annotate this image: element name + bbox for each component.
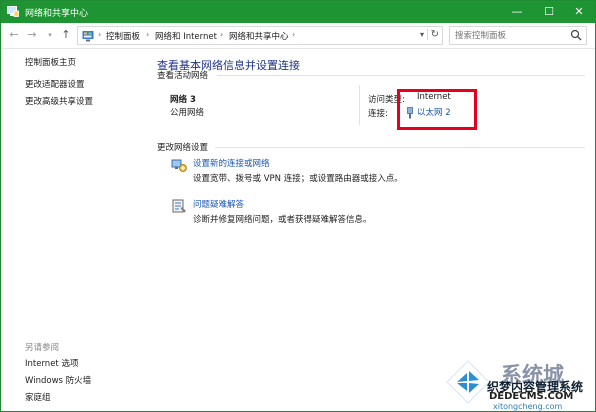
search-icon[interactable] (570, 29, 582, 41)
connection-label: 连接: (368, 109, 388, 119)
setup-new-connection-link[interactable]: 设置新的连接或网络 (193, 157, 270, 169)
breadcrumb-separator-icon[interactable]: › (146, 30, 149, 39)
sidebar-item-internet-options[interactable]: Internet 选项 (25, 357, 78, 369)
minimize-button[interactable]: — (501, 1, 533, 23)
watermark-line-2: DEDECMS.COM (489, 391, 574, 402)
divider (217, 75, 585, 76)
change-settings-heading: 更改网络设置 (157, 143, 209, 153)
watermark: 系统城 织梦内容管理系统 DEDECMS.COM xitongcheng.com (441, 353, 596, 412)
sidebar-item-change-adapter-settings[interactable]: 更改适配器设置 (25, 78, 85, 90)
breadcrumb-separator-icon[interactable]: › (292, 30, 295, 39)
watermark-line-3: xitongcheng.com (493, 402, 563, 411)
breadcrumb[interactable]: › 控制面板 › 网络和 Internet › 网络和共享中心 › ▾ ↻ (77, 26, 443, 45)
setup-new-connection-description: 设置宽带、拨号或 VPN 连接；或设置路由器或接入点。 (193, 174, 403, 184)
sidebar-item-windows-firewall[interactable]: Windows 防火墙 (25, 374, 91, 386)
refresh-icon[interactable]: ↻ (426, 29, 439, 40)
address-bar: ← → ▾ ↑ › 控制面板 › 网络和 Internet › 网络和共享中心 … (1, 23, 595, 49)
breadcrumb-network-internet[interactable]: 网络和 Internet (155, 30, 217, 42)
sidebar-item-change-advanced-sharing[interactable]: 更改高级共享设置 (25, 95, 93, 107)
network-app-icon (7, 6, 19, 17)
search-box[interactable] (449, 26, 587, 45)
divider (215, 147, 585, 148)
breadcrumb-control-panel[interactable]: 控制面板 (106, 30, 140, 42)
control-panel-icon (82, 31, 94, 42)
breadcrumb-network-sharing-center[interactable]: 网络和共享中心 (229, 30, 289, 42)
address-dropdown-chevron-icon[interactable]: ▾ (420, 30, 424, 39)
recent-locations-chevron-icon[interactable]: ▾ (43, 27, 57, 43)
divider (359, 85, 360, 125)
close-button[interactable]: ✕ (563, 1, 595, 23)
maximize-button[interactable]: ☐ (533, 1, 565, 23)
back-arrow-icon[interactable]: ← (7, 27, 21, 43)
sidebar: 控制面板主页 更改适配器设置 更改高级共享设置 另请参阅 Internet 选项… (1, 49, 149, 412)
window-title: 网络和共享中心 (25, 9, 89, 19)
new-connection-icon (171, 159, 187, 172)
breadcrumb-separator-icon[interactable]: › (98, 30, 101, 39)
troubleshoot-link[interactable]: 问题疑难解答 (193, 198, 244, 210)
network-name: 网络 3 (170, 95, 196, 105)
highlight-box (397, 89, 477, 130)
network-type: 公用网络 (170, 108, 205, 118)
sidebar-item-homegroup[interactable]: 家庭组 (25, 391, 51, 403)
sidebar-item-control-panel-home[interactable]: 控制面板主页 (25, 56, 76, 68)
forward-arrow-icon[interactable]: → (25, 27, 39, 43)
see-also-heading: 另请参阅 (25, 343, 60, 353)
breadcrumb-separator-icon[interactable]: › (220, 30, 223, 39)
windows-logo-icon (446, 360, 490, 404)
search-input[interactable] (450, 27, 566, 44)
troubleshoot-description: 诊断并修复网络问题，或者获得疑难解答信息。 (193, 215, 372, 225)
troubleshoot-icon (172, 199, 186, 213)
active-networks-heading: 查看活动网络 (157, 71, 209, 81)
up-arrow-icon[interactable]: ↑ (59, 27, 73, 43)
title-bar: 网络和共享中心 — ☐ ✕ (1, 1, 595, 23)
network-sharing-window: 网络和共享中心 — ☐ ✕ ← → ▾ ↑ › 控制面板 › 网络和 Inter… (0, 0, 596, 412)
